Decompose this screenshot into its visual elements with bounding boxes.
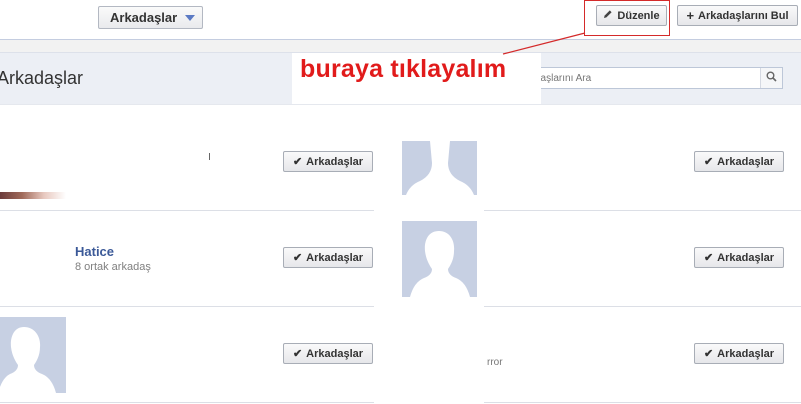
friends-status-label: Arkadaşlar <box>717 347 775 360</box>
page-title: Arkadaşlar <box>0 68 84 88</box>
row-divider <box>0 402 374 403</box>
row-divider <box>0 210 374 211</box>
row-divider <box>484 210 801 211</box>
check-icon: ✔ <box>703 252 714 264</box>
check-icon: ✔ <box>292 348 303 360</box>
mutual-friends-text: 8 ortak arkadaş <box>75 261 151 273</box>
callout-text: buraya tıklayalım <box>300 55 507 83</box>
plus-icon: + <box>686 7 695 23</box>
search-box[interactable] <box>520 67 783 89</box>
avatar[interactable] <box>0 317 66 393</box>
row-divider <box>484 402 801 403</box>
friends-status-label: Arkadaşlar <box>306 155 364 168</box>
check-icon: ✔ <box>703 348 714 360</box>
friends-status-label: Arkadaşlar <box>306 251 364 264</box>
friends-status-button[interactable]: ✔ Arkadaşlar <box>283 151 373 172</box>
avatar[interactable] <box>402 141 477 195</box>
row-divider <box>484 306 801 307</box>
friends-status-button[interactable]: ✔ Arkadaşlar <box>283 343 373 364</box>
friend-search-input[interactable] <box>535 69 760 87</box>
friends-status-label: Arkadaşlar <box>717 251 775 264</box>
avatar[interactable] <box>402 221 477 297</box>
search-button[interactable] <box>760 68 782 88</box>
friends-status-button[interactable]: ✔ Arkadaşlar <box>694 247 784 268</box>
highlight-box <box>584 0 670 36</box>
check-icon: ✔ <box>292 156 303 168</box>
text-fragment <box>209 153 210 160</box>
friends-dropdown-label: Arkadaşlar <box>110 10 178 25</box>
find-friends-button-label: Arkadaşlarını Bul <box>698 9 789 22</box>
friends-status-label: Arkadaşlar <box>306 347 364 360</box>
avatar[interactable] <box>0 192 66 199</box>
friends-status-button[interactable]: ✔ Arkadaşlar <box>283 247 373 268</box>
text-fragment: rror <box>487 357 503 368</box>
check-icon: ✔ <box>292 252 303 264</box>
search-icon <box>766 71 777 85</box>
friends-dropdown-button[interactable]: Arkadaşlar <box>98 6 203 29</box>
chevron-down-icon <box>185 14 196 21</box>
friends-status-button[interactable]: ✔ Arkadaşlar <box>694 151 784 172</box>
friend-name-link[interactable]: Hatice <box>75 244 114 259</box>
gap-strip <box>0 40 801 53</box>
find-friends-button[interactable]: + Arkadaşlarını Bul <box>677 5 798 26</box>
friends-status-label: Arkadaşlar <box>717 155 775 168</box>
check-icon: ✔ <box>703 156 714 168</box>
row-divider <box>0 306 374 307</box>
friends-status-button[interactable]: ✔ Arkadaşlar <box>694 343 784 364</box>
